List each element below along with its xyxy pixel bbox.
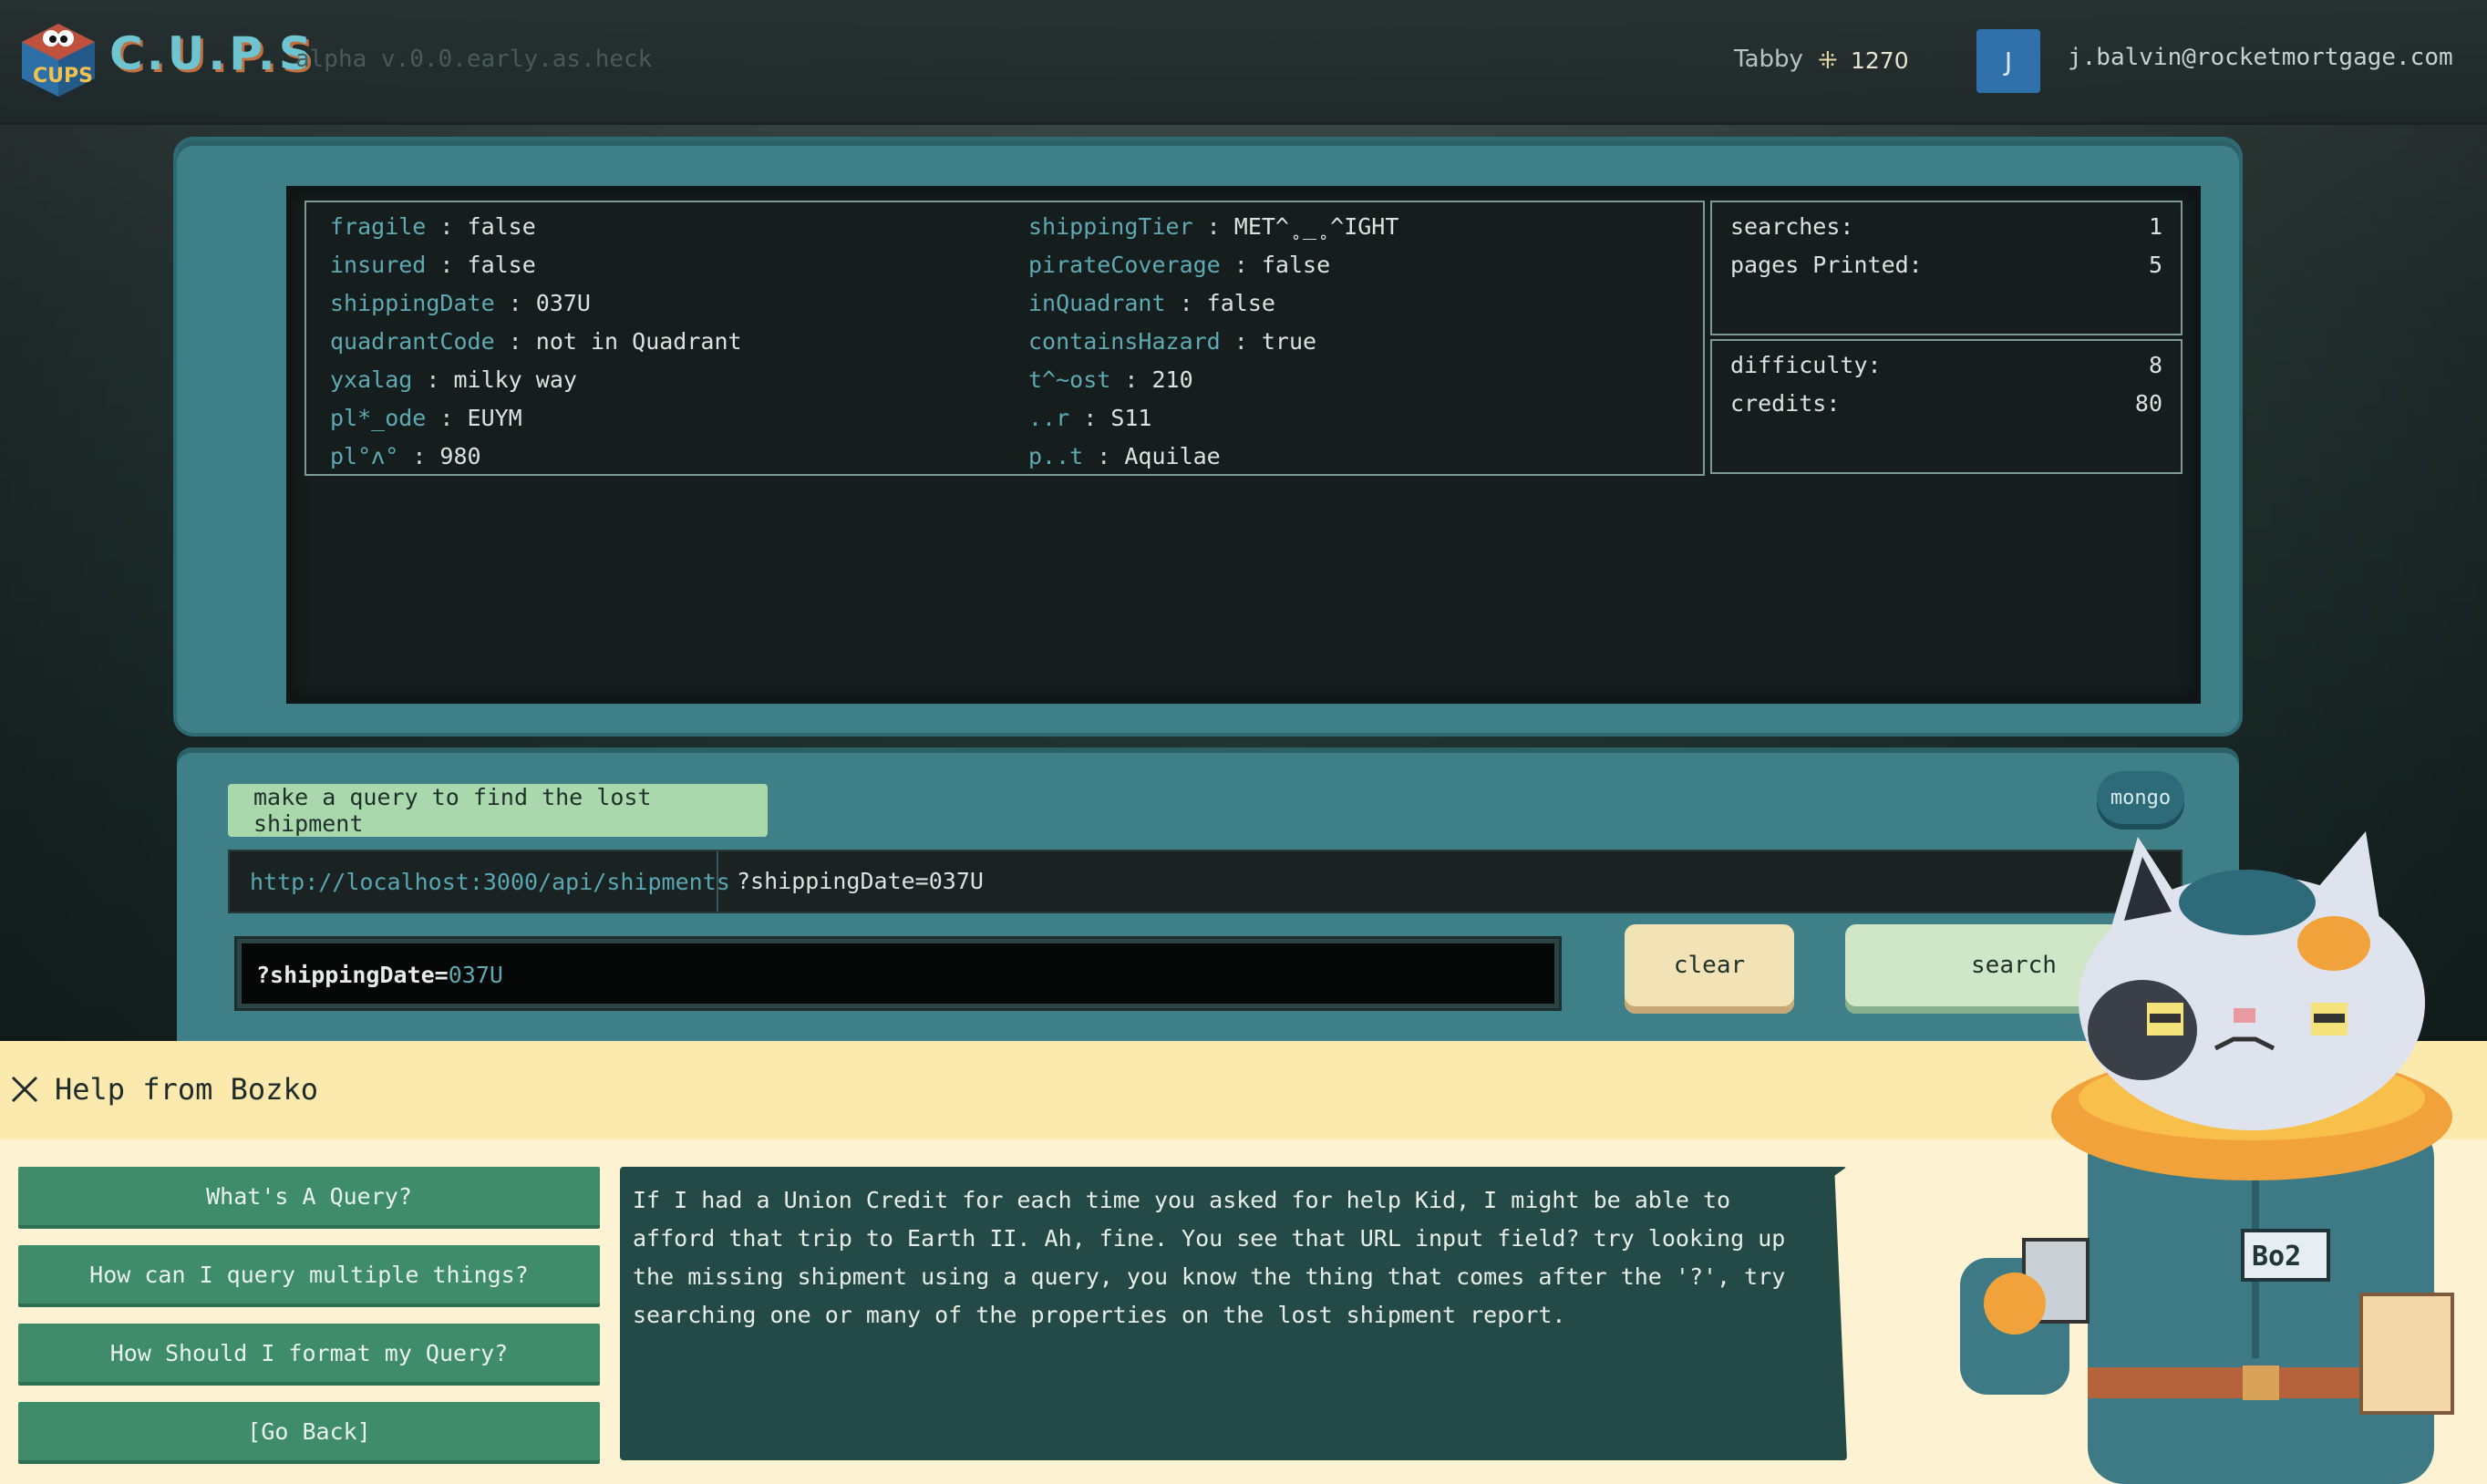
report-field: shippingTier : MET^˳_˳^IGHT — [1028, 213, 1399, 240]
report-field: pl*_ode : EUYM — [330, 405, 522, 431]
help-speech-bubble: If I had a Union Credit for each time yo… — [620, 1167, 1847, 1460]
url-preview-bar: http://localhost:3000/api/shipments ?shi… — [228, 850, 2183, 913]
user-email[interactable]: j.balvin@rocketmortgage.com — [2068, 44, 2453, 71]
help-message: If I had a Union Credit for each time yo… — [633, 1187, 1786, 1328]
url-query-preview: ?shippingDate=037U — [737, 868, 984, 894]
report-field: containsHazard : true — [1028, 328, 1317, 355]
query-console: make a query to find the lost shipment m… — [177, 747, 2239, 1048]
avatar[interactable]: J — [1976, 29, 2040, 93]
help-go-back-button[interactable]: [Go Back] — [18, 1402, 600, 1460]
level-stats-panel: difficulty: 8 credits: 80 — [1710, 339, 2183, 474]
report-field: insured : false — [330, 252, 536, 278]
report-field: pl°ʌ° : 980 — [330, 443, 481, 469]
url-base: http://localhost:3000/api/shipments — [230, 851, 730, 912]
report-field: yxalag : milky way — [330, 366, 577, 393]
mongo-mode-toggle[interactable]: mongo — [2097, 771, 2184, 824]
version-label: alpha v.0.0.early.as.heck — [295, 46, 653, 73]
search-stats-panel: searches: 1 pages Printed: 5 — [1710, 201, 2183, 335]
query-input-text[interactable]: ?shippingDate=037U — [256, 962, 503, 988]
difficulty-stat: difficulty: 8 — [1730, 352, 2162, 378]
report-field: pirateCoverage : false — [1028, 252, 1331, 278]
bozko-badge: Bo2 — [2252, 1241, 2301, 1273]
credits-count: 1270 — [1851, 47, 1909, 74]
query-input[interactable]: ?shippingDate=037U — [237, 939, 1559, 1008]
pages-printed-stat: pages Printed: 5 — [1730, 252, 2162, 278]
coin-icon: ⁜ — [1818, 47, 1838, 75]
shipment-report: fragile : false insured : false shipping… — [304, 201, 1705, 476]
help-title: Help from Bozko — [55, 1072, 318, 1107]
clear-button[interactable]: clear — [1625, 924, 1794, 1014]
report-field: fragile : false — [330, 213, 536, 240]
username: Tabby — [1734, 46, 1803, 73]
report-field: p..t : Aquilae — [1028, 443, 1221, 469]
bozko-cat-character: Bo2 — [1960, 831, 2454, 1484]
credits-stat: credits: 80 — [1730, 390, 2162, 417]
report-field: quadrantCode : not in Quadrant — [330, 328, 742, 355]
top-bar: CUPS C.U.P.S alpha v.0.0.early.as.heck T… — [0, 0, 2487, 125]
close-icon[interactable] — [7, 1072, 42, 1107]
svg-text:CUPS: CUPS — [33, 65, 93, 88]
report-screen: fragile : false insured : false shipping… — [286, 186, 2201, 704]
cups-logo-icon: CUPS — [22, 24, 95, 97]
report-monitor: fragile : false insured : false shipping… — [177, 140, 2239, 733]
report-field: t^~ost : 210 — [1028, 366, 1193, 393]
help-multiple-query-button[interactable]: How can I query multiple things? — [18, 1245, 600, 1304]
report-field: ..r : S11 — [1028, 405, 1152, 431]
report-field: inQuadrant : false — [1028, 290, 1275, 316]
searches-stat: searches: 1 — [1730, 213, 2162, 240]
task-prompt: make a query to find the lost shipment — [228, 784, 768, 837]
help-format-query-button[interactable]: How Should I format my Query? — [18, 1324, 600, 1382]
help-what-is-query-button[interactable]: What's A Query? — [18, 1167, 600, 1225]
report-field: shippingDate : 037U — [330, 290, 591, 316]
app-logo-text: C.U.P.S — [109, 27, 315, 80]
